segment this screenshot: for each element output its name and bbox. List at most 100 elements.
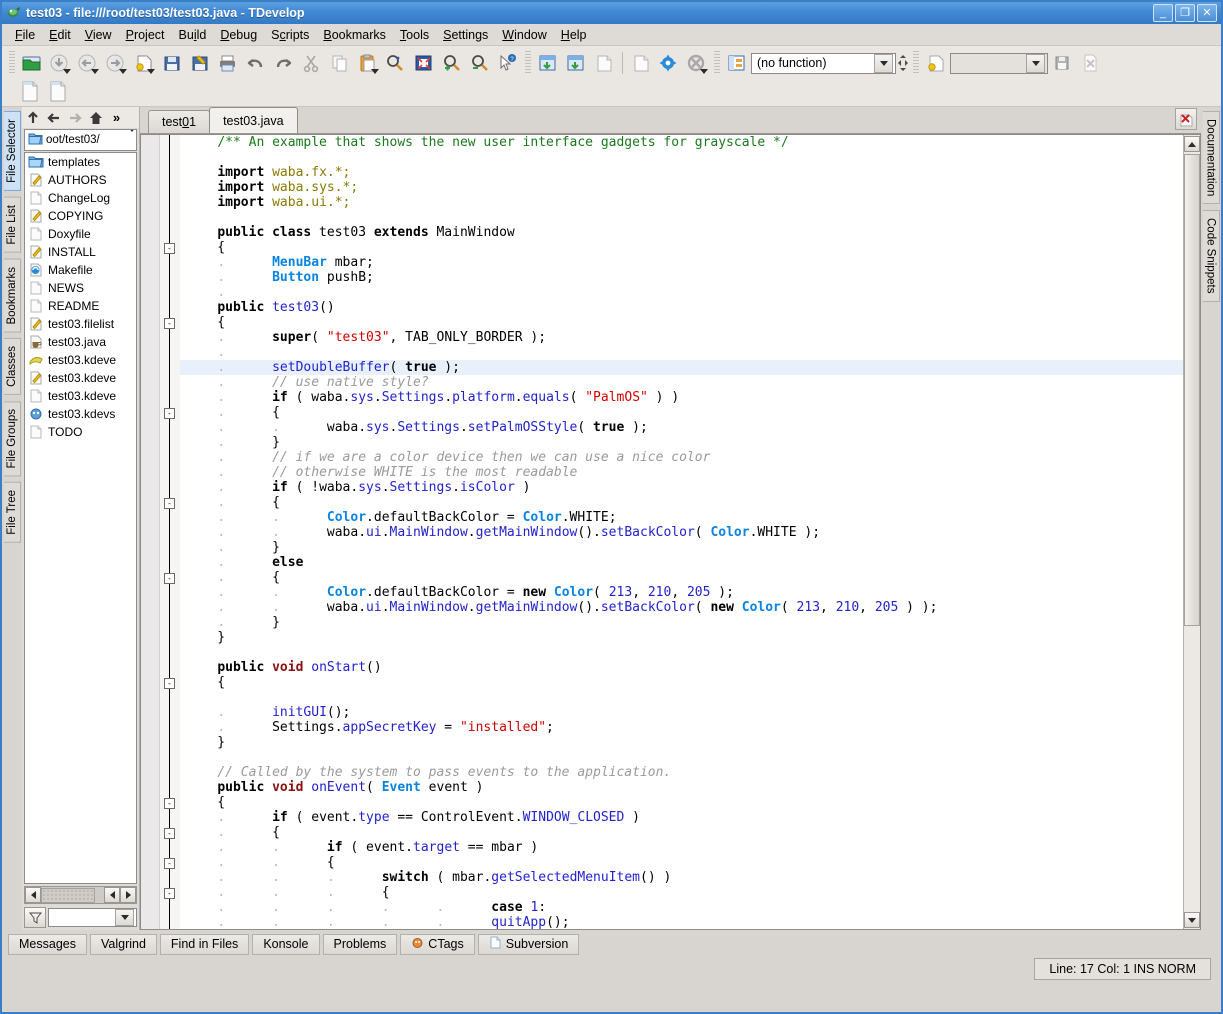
code-line[interactable]: . Button pushB; [180,270,1183,285]
editor-icon-border[interactable] [141,135,160,929]
fold-toggle[interactable]: - [164,828,175,839]
code-line[interactable] [180,750,1183,765]
maximize-button[interactable]: ❐ [1175,4,1195,22]
code-line[interactable]: import waba.fx.*; [180,165,1183,180]
code-line[interactable]: public test03() [180,300,1183,315]
code-line[interactable]: } [180,735,1183,750]
menu-help[interactable]: Help [554,26,594,44]
sidebar-item-code-snippets[interactable]: Code Snippets [1202,210,1220,302]
new-file-icon[interactable] [130,50,158,76]
list-item[interactable]: COPYING [25,207,136,225]
code-line[interactable]: public void onStart() [180,660,1183,675]
code-line[interactable]: . // otherwise WHITE is the most readabl… [180,465,1183,480]
list-item[interactable]: ChangeLog [25,189,136,207]
find-replace-icon[interactable] [382,50,410,76]
tab-find-in-files[interactable]: Find in Files [159,933,250,955]
up-icon[interactable] [25,110,40,125]
menu-scripts[interactable]: Scripts [264,26,316,44]
code-line[interactable] [180,150,1183,165]
chevron-down-icon-path[interactable] [128,130,136,149]
tab-ctags[interactable]: CTags [400,933,475,955]
code-line[interactable]: . . waba.ui.MainWindow.getMainWindow().s… [180,525,1183,540]
function-selector-combo[interactable]: (no function) [751,52,896,74]
code-line[interactable]: import waba.sys.*; [180,180,1183,195]
tab-test01[interactable]: test 0 1 [148,110,211,133]
editor-text-area[interactable]: /** An example that shows the new user i… [180,135,1183,929]
zoom-in-icon[interactable] [438,50,466,76]
fold-toggle[interactable]: - [164,318,175,329]
forward-arrow-icon[interactable] [102,50,130,76]
tab-test03-java[interactable]: test03.java [209,107,298,133]
code-line[interactable]: { [180,795,1183,810]
hscroll-thumb[interactable] [41,887,95,903]
more-icon[interactable]: » [109,110,124,125]
redo-icon[interactable] [270,50,298,76]
list-item[interactable]: Doxyfile [25,225,136,243]
menu-debug[interactable]: Debug [213,26,264,44]
code-line[interactable]: . . . { [180,885,1183,900]
document-icon-1[interactable] [16,78,44,104]
menu-window[interactable]: Window [495,26,553,44]
code-line[interactable]: . { [180,570,1183,585]
code-line[interactable]: import waba.ui.*; [180,195,1183,210]
save-as-icon[interactable] [186,50,214,76]
code-line[interactable]: // Called by the system to pass events t… [180,765,1183,780]
code-line[interactable]: . . Color.defaultBackColor = new Color( … [180,585,1183,600]
code-line[interactable]: . } [180,435,1183,450]
code-line[interactable]: . else [180,555,1183,570]
code-line[interactable]: . . { [180,855,1183,870]
code-line[interactable]: . . . switch ( mbar.getSelectedMenuItem(… [180,870,1183,885]
scroll-left-button[interactable] [25,887,41,903]
file-list[interactable]: templates AUTHORS ChangeLog COPYING Doxy… [24,152,137,884]
minimize-button[interactable]: _ [1153,4,1173,22]
save-down-icon[interactable] [46,50,74,76]
code-line[interactable] [180,210,1183,225]
code-line[interactable]: public void onEvent( Event event ) [180,780,1183,795]
document-icon-2[interactable] [44,78,72,104]
home-icon[interactable] [88,110,103,125]
close-session-icon[interactable] [1076,50,1104,76]
paste-icon[interactable] [354,50,382,76]
tab-problems[interactable]: Problems [322,933,398,955]
list-item[interactable]: test03.kdeve [25,351,136,369]
vscroll-thumb[interactable] [1184,154,1200,626]
filter-combo[interactable] [48,907,137,927]
scroll-up-button[interactable] [1184,136,1200,152]
menu-settings[interactable]: Settings [436,26,495,44]
sidebar-item-bookmarks[interactable]: Bookmarks [3,258,21,333]
menu-build[interactable]: Build [172,26,214,44]
file-list-hscrollbar[interactable] [24,886,137,904]
whats-this-icon[interactable]: ? [494,50,522,76]
code-line[interactable]: . . waba.sys.Settings.setPalmOSStyle( tr… [180,420,1183,435]
code-line[interactable]: . . . . . case 1: [180,900,1183,915]
code-line[interactable]: . // use native style? [180,375,1183,390]
code-line[interactable]: } [180,630,1183,645]
close-tab-icon[interactable] [1175,108,1197,130]
list-item[interactable]: README [25,297,136,315]
save-session-icon[interactable] [1048,50,1076,76]
list-item[interactable]: test03.kdevs [25,405,136,423]
toolbar-grip[interactable] [9,51,15,75]
menu-view[interactable]: View [78,26,119,44]
code-line[interactable]: { [180,675,1183,690]
path-combo[interactable]: oot/test03/ [24,129,137,151]
list-item[interactable]: templates [25,153,136,171]
sidebar-item-file-groups[interactable]: File Groups [3,400,21,477]
list-item[interactable]: test03.filelist [25,315,136,333]
code-line[interactable]: . MenuBar mbar; [180,255,1183,270]
list-item[interactable]: test03.kdeve [25,369,136,387]
list-item[interactable]: TODO [25,423,136,441]
code-line[interactable]: . if ( !waba.sys.Settings.isColor ) [180,480,1183,495]
undo-icon[interactable] [242,50,270,76]
tab-subversion[interactable]: Subversion [477,933,580,955]
editor-vscrollbar[interactable] [1183,135,1200,929]
sidebar-item-file-list[interactable]: File List [3,196,21,253]
chevron-down-icon[interactable] [874,53,893,73]
fold-toggle[interactable]: - [164,408,175,419]
menu-project[interactable]: Project [119,26,172,44]
back-arrow-icon[interactable] [74,50,102,76]
code-line[interactable]: . [180,345,1183,360]
sidebar-item-classes[interactable]: Classes [3,338,21,395]
scroll-down-button[interactable] [1184,912,1200,928]
toolbar-grip-2[interactable] [525,51,531,75]
